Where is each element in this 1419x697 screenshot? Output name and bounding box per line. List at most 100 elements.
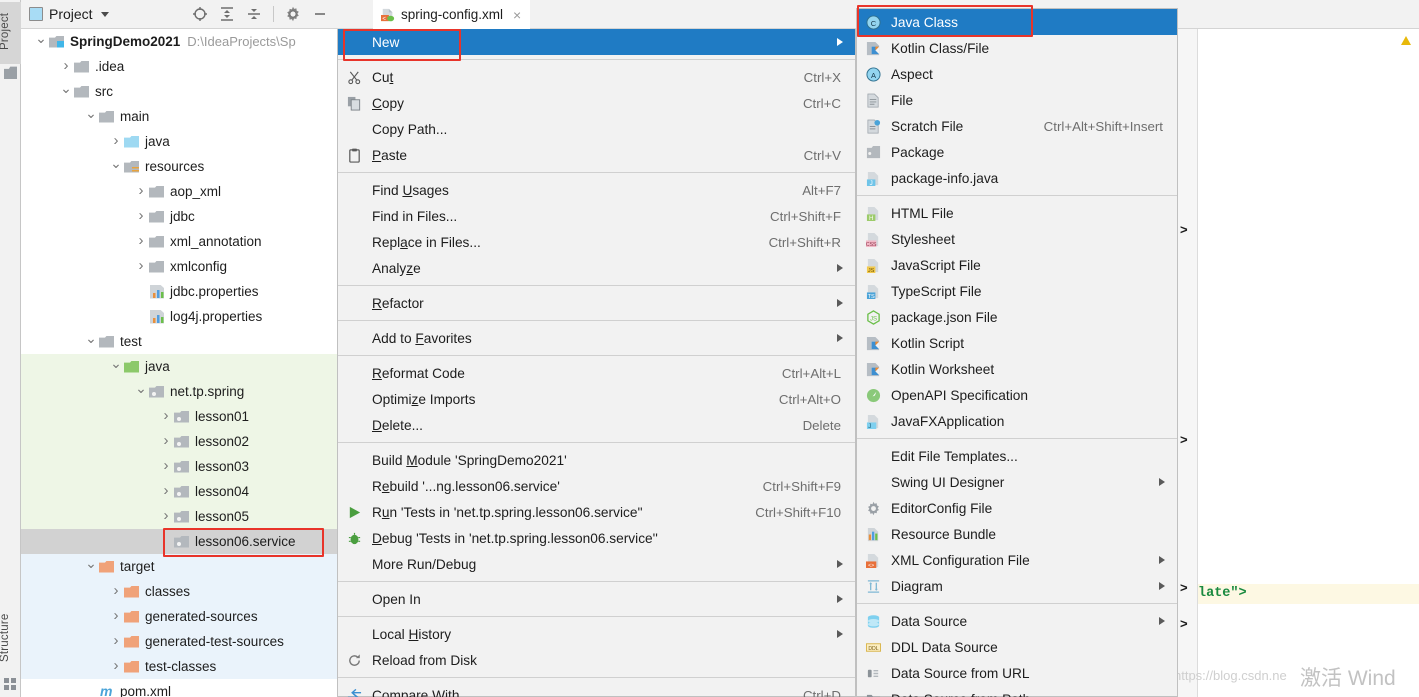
- menu-item-build-module-springdemo2021[interactable]: Build Module 'SpringDemo2021': [338, 447, 855, 473]
- menu-item-javascript-file[interactable]: JS JavaScript File: [857, 252, 1177, 278]
- chevron-right-icon[interactable]: [108, 633, 124, 650]
- chevron-down-icon[interactable]: [83, 333, 99, 350]
- menu-item-ddl-data-source[interactable]: DDL DDL Data Source: [857, 634, 1177, 660]
- chevron-down-icon[interactable]: [108, 158, 124, 175]
- tree-row-jdbc[interactable]: jdbc: [21, 204, 337, 229]
- menu-item-kotlin-class-file[interactable]: Kotlin Class/File: [857, 35, 1177, 61]
- menu-item-data-source[interactable]: Data Source: [857, 608, 1177, 634]
- fold-marker-icon-3[interactable]: >: [1180, 580, 1192, 595]
- tree-row-generated-test-sources[interactable]: generated-test-sources: [21, 629, 337, 654]
- toolwindow-button-project[interactable]: Project: [0, 2, 22, 64]
- fold-marker-icon-2[interactable]: >: [1180, 432, 1192, 447]
- menu-item-analyze[interactable]: Analyze: [338, 255, 855, 281]
- chevron-right-icon[interactable]: [108, 608, 124, 625]
- menu-item-typescript-file[interactable]: TS TypeScript File: [857, 278, 1177, 304]
- menu-item-scratch-file[interactable]: Scratch File Ctrl+Alt+Shift+Insert: [857, 113, 1177, 139]
- tree-row-xmlconfig[interactable]: xmlconfig: [21, 254, 337, 279]
- toolwindow-button-structure[interactable]: Structure: [0, 603, 22, 673]
- menu-item-more-run-debug[interactable]: More Run/Debug: [338, 551, 855, 577]
- tree-row-lesson06-service[interactable]: lesson06.service: [21, 529, 337, 554]
- menu-item-package-info-java[interactable]: Jpackage-info.java: [857, 165, 1177, 191]
- tree-row-log4j-properties[interactable]: log4j.properties: [21, 304, 337, 329]
- tree-row-lesson04[interactable]: lesson04: [21, 479, 337, 504]
- chevron-down-icon[interactable]: [83, 108, 99, 125]
- chevron-right-icon[interactable]: [108, 658, 124, 675]
- menu-item-data-source-from-url[interactable]: Data Source from URL: [857, 660, 1177, 686]
- tree-row-classes[interactable]: classes: [21, 579, 337, 604]
- chevron-down-icon[interactable]: [108, 358, 124, 375]
- chevron-right-icon[interactable]: [158, 483, 174, 500]
- expand-all-icon[interactable]: [219, 6, 235, 22]
- menu-item-run-tests-in-net-tp-spring-lesson06-service[interactable]: Run 'Tests in 'net.tp.spring.lesson06.se…: [338, 499, 855, 525]
- chevron-right-icon[interactable]: [133, 183, 149, 200]
- chevron-down-icon[interactable]: [100, 11, 109, 17]
- menu-item-delete[interactable]: Delete... Delete: [338, 412, 855, 438]
- chevron-down-icon[interactable]: [33, 33, 49, 50]
- menu-item-data-source-from-path[interactable]: Data Source from Path: [857, 686, 1177, 697]
- tree-row-resources[interactable]: resources: [21, 154, 337, 179]
- menu-item-resource-bundle[interactable]: Resource Bundle: [857, 521, 1177, 547]
- menu-item-find-usages[interactable]: Find Usages Alt+F7: [338, 177, 855, 203]
- tree-row-lesson03[interactable]: lesson03: [21, 454, 337, 479]
- close-icon[interactable]: ×: [513, 7, 521, 23]
- chevron-right-icon[interactable]: [108, 133, 124, 150]
- menu-item-edit-file-templates[interactable]: Edit File Templates...: [857, 443, 1177, 469]
- chevron-right-icon[interactable]: [133, 258, 149, 275]
- chevron-right-icon[interactable]: [58, 58, 74, 75]
- tree-row-lesson05[interactable]: lesson05: [21, 504, 337, 529]
- hide-icon[interactable]: [312, 6, 328, 22]
- locate-icon[interactable]: [192, 6, 208, 22]
- menu-item-swing-ui-designer[interactable]: Swing UI Designer: [857, 469, 1177, 495]
- menu-item-local-history[interactable]: Local History: [338, 621, 855, 647]
- menu-item-copy[interactable]: Copy Ctrl+C: [338, 90, 855, 116]
- menu-item-rebuild-ng-lesson06-service[interactable]: Rebuild '...ng.lesson06.service' Ctrl+Shi…: [338, 473, 855, 499]
- editor-tab-spring-config[interactable]: < spring-config.xml ×: [373, 0, 531, 29]
- context-menu[interactable]: New Cut Ctrl+X Copy Ctrl+C Copy Path... Paste C…: [337, 29, 856, 697]
- tree-row-springdemo2021[interactable]: SpringDemo2021 D:\IdeaProjects\Sp: [21, 29, 337, 54]
- menu-item-optimize-imports[interactable]: Optimize Imports Ctrl+Alt+O: [338, 386, 855, 412]
- tree-row-main[interactable]: main: [21, 104, 337, 129]
- chevron-down-icon[interactable]: [58, 83, 74, 100]
- menu-item-replace-in-files[interactable]: Replace in Files... Ctrl+Shift+R: [338, 229, 855, 255]
- chevron-right-icon[interactable]: [158, 458, 174, 475]
- new-submenu[interactable]: C Java Class Kotlin Class/File A Aspect File S…: [856, 8, 1178, 697]
- chevron-down-icon[interactable]: [83, 558, 99, 575]
- chevron-down-icon[interactable]: [133, 383, 149, 400]
- menu-item-stylesheet[interactable]: CSS Stylesheet: [857, 226, 1177, 252]
- menu-item-file[interactable]: File: [857, 87, 1177, 113]
- fold-marker-icon-4[interactable]: >: [1180, 616, 1192, 631]
- menu-item-reload-from-disk[interactable]: Reload from Disk: [338, 647, 855, 673]
- menu-item-xml-configuration-file[interactable]: <> XML Configuration File: [857, 547, 1177, 573]
- tree-row-jdbc-properties[interactable]: jdbc.properties: [21, 279, 337, 304]
- menu-item-refactor[interactable]: Refactor: [338, 290, 855, 316]
- tree-row-lesson02[interactable]: lesson02: [21, 429, 337, 454]
- tree-row-java[interactable]: java: [21, 354, 337, 379]
- menu-item-aspect[interactable]: A Aspect: [857, 61, 1177, 87]
- chevron-right-icon[interactable]: [108, 583, 124, 600]
- menu-item-javafxapplication[interactable]: J JavaFXApplication: [857, 408, 1177, 434]
- menu-item-editorconfig-file[interactable]: EditorConfig File: [857, 495, 1177, 521]
- menu-item-find-in-files[interactable]: Find in Files... Ctrl+Shift+F: [338, 203, 855, 229]
- tree-row-generated-sources[interactable]: generated-sources: [21, 604, 337, 629]
- collapse-all-icon[interactable]: [246, 6, 262, 22]
- fold-marker-icon-1[interactable]: >: [1180, 222, 1192, 237]
- tree-row-test[interactable]: test: [21, 329, 337, 354]
- menu-item-open-in[interactable]: Open In: [338, 586, 855, 612]
- tree-row-pom-xml[interactable]: m pom.xml: [21, 679, 337, 697]
- chevron-right-icon[interactable]: [158, 433, 174, 450]
- tree-row-target[interactable]: target: [21, 554, 337, 579]
- chevron-right-icon[interactable]: [158, 408, 174, 425]
- menu-item-copy-path[interactable]: Copy Path...: [338, 116, 855, 142]
- project-tree[interactable]: SpringDemo2021 D:\IdeaProjects\Sp .idea src…: [21, 29, 337, 697]
- menu-item-diagram[interactable]: Diagram: [857, 573, 1177, 599]
- menu-item-new[interactable]: New: [338, 29, 855, 55]
- tree-row-lesson01[interactable]: lesson01: [21, 404, 337, 429]
- menu-item-kotlin-worksheet[interactable]: Kotlin Worksheet: [857, 356, 1177, 382]
- tree-row-xml-annotation[interactable]: xml_annotation: [21, 229, 337, 254]
- tree-row-test-classes[interactable]: test-classes: [21, 654, 337, 679]
- menu-item-compare-with[interactable]: Compare With... Ctrl+D: [338, 682, 855, 697]
- tree-row-net-tp-spring[interactable]: net.tp.spring: [21, 379, 337, 404]
- menu-item-debug-tests-in-net-tp-spring-lesson06-service[interactable]: Debug 'Tests in 'net.tp.spring.lesson06.…: [338, 525, 855, 551]
- menu-item-paste[interactable]: Paste Ctrl+V: [338, 142, 855, 168]
- menu-item-package-json-file[interactable]: JS package.json File: [857, 304, 1177, 330]
